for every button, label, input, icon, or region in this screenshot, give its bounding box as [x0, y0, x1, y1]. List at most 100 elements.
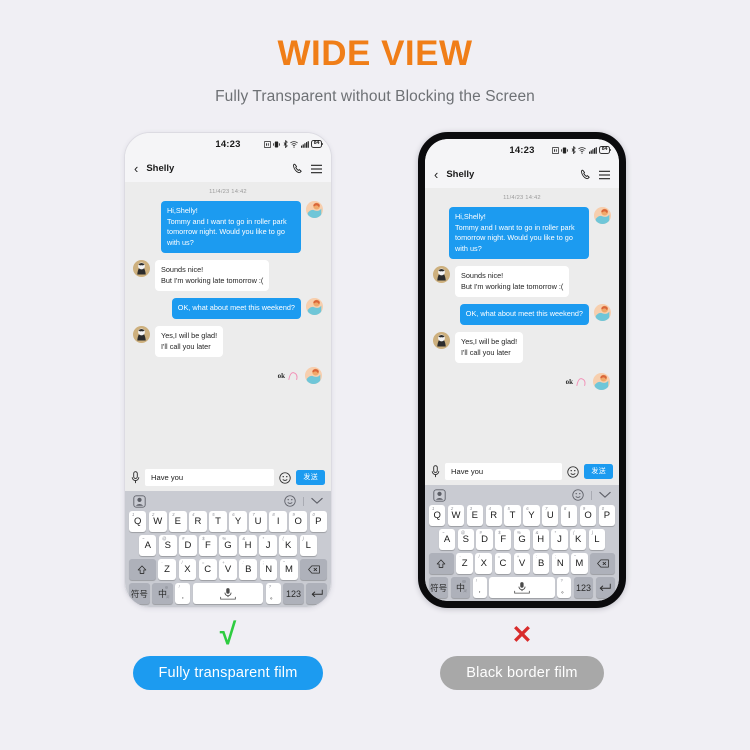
key-p[interactable]: 0P [309, 511, 328, 532]
key-j[interactable]: * J [259, 535, 277, 556]
key-t[interactable]: 5T [504, 505, 521, 526]
key-l[interactable]: ) L [588, 529, 606, 550]
key-u[interactable]: 7U [249, 511, 267, 532]
key-h[interactable]: & H [239, 535, 257, 556]
chevron-down-icon[interactable] [311, 497, 323, 505]
key-v[interactable]: + V [219, 559, 237, 580]
fully-transparent-film-label[interactable]: Fully transparent film [132, 656, 324, 690]
key-r[interactable]: 4R [189, 511, 207, 532]
back-icon[interactable]: ‹ [434, 168, 438, 181]
key-b[interactable]: :B [532, 553, 550, 574]
key-z[interactable]: -Z [456, 553, 473, 574]
symbols-key[interactable]: 符号 [429, 577, 449, 598]
key-o[interactable]: 9O [289, 511, 307, 532]
sticker-face-icon[interactable] [133, 494, 146, 508]
key-a[interactable]: ~ A [139, 535, 157, 556]
chat-bubble[interactable]: OK, what about meet this weekend? [459, 304, 589, 326]
sticker-face-icon[interactable] [433, 488, 446, 502]
space-key[interactable] [489, 577, 555, 598]
key-b[interactable]: :B [239, 559, 258, 580]
language-key[interactable]: 中 英 [450, 577, 471, 598]
chat-bubble[interactable]: Hi,Shelly! Tommy and I want to go in rol… [449, 207, 589, 260]
enter-key[interactable] [306, 583, 328, 604]
message-input-field[interactable]: Have you [445, 463, 563, 480]
key-d[interactable]: # D [179, 535, 197, 556]
numbers-key[interactable]: 123 [283, 583, 304, 604]
language-key[interactable]: 中 英 [152, 583, 173, 604]
key-x[interactable]: / X [178, 559, 197, 580]
chat-message-list[interactable]: 11/4/23 14:42 Hi,Shelly! Tommy and I wan… [425, 188, 619, 458]
key-o[interactable]: 9O [579, 505, 597, 526]
space-key[interactable] [192, 583, 264, 604]
key-y[interactable]: 6Y [523, 505, 540, 526]
key-r[interactable]: 4R [485, 505, 502, 526]
period-key[interactable]: ? 。 [265, 583, 281, 604]
smiley-icon[interactable] [284, 495, 296, 507]
phone-icon[interactable] [580, 169, 591, 180]
key-m[interactable]: " M [571, 553, 588, 574]
hamburger-menu-icon[interactable] [311, 164, 322, 174]
key-a[interactable]: ~ A [439, 529, 456, 550]
comma-key[interactable]: ! , [472, 577, 487, 598]
chat-bubble[interactable]: Sounds nice! But I'm working late tomorr… [155, 260, 270, 292]
key-c[interactable]: = C [494, 553, 512, 574]
microphone-icon[interactable] [431, 465, 440, 478]
smiley-icon[interactable] [572, 489, 584, 501]
key-i[interactable]: 8I [561, 505, 578, 526]
key-v[interactable]: + V [513, 553, 531, 574]
key-u[interactable]: 7U [542, 505, 559, 526]
key-t[interactable]: 5T [209, 511, 227, 532]
chevron-down-icon[interactable] [599, 491, 611, 499]
black-border-film-label[interactable]: Black border film [440, 656, 604, 690]
key-i[interactable]: 8I [269, 511, 287, 532]
key-f[interactable]: $ F [495, 529, 512, 550]
key-k[interactable]: (K [279, 535, 297, 556]
key-h[interactable]: & H [532, 529, 549, 550]
shift-key[interactable] [129, 559, 156, 580]
key-c[interactable]: = C [198, 559, 217, 580]
key-g[interactable]: % G [513, 529, 531, 550]
numbers-key[interactable]: 123 [573, 577, 594, 598]
smiley-icon[interactable] [567, 465, 580, 478]
shift-key[interactable] [428, 553, 454, 574]
microphone-icon[interactable] [131, 471, 140, 484]
phone-icon[interactable] [292, 163, 303, 174]
key-m[interactable]: " M [280, 559, 298, 580]
chat-bubble[interactable]: Sounds nice! But I'm working late tomorr… [455, 266, 570, 298]
key-q[interactable]: 1Q [128, 511, 147, 532]
key-k[interactable]: (K [570, 529, 587, 550]
send-button[interactable]: 发送 [584, 464, 613, 479]
backspace-key[interactable] [300, 559, 327, 580]
comma-key[interactable]: ! , [175, 583, 191, 604]
key-g[interactable]: % G [219, 535, 237, 556]
smiley-icon[interactable] [279, 471, 292, 484]
backspace-key[interactable] [590, 553, 616, 574]
key-s[interactable]: @ S [159, 535, 177, 556]
key-f[interactable]: $ F [199, 535, 217, 556]
key-w[interactable]: 2W [149, 511, 167, 532]
key-l[interactable]: ) L [299, 535, 317, 556]
key-y[interactable]: 6Y [229, 511, 247, 532]
back-icon[interactable]: ‹ [134, 162, 138, 175]
key-x[interactable]: / X [475, 553, 493, 574]
enter-key[interactable] [595, 577, 615, 598]
key-q[interactable]: 1Q [429, 505, 446, 526]
key-e[interactable]: 3E [466, 505, 483, 526]
chat-message-list[interactable]: 11/4/23 14:42 Hi,Shelly! Tommy and I wan… [125, 182, 331, 464]
hamburger-menu-icon[interactable] [599, 170, 610, 180]
period-key[interactable]: ? 。 [557, 577, 572, 598]
chat-bubble[interactable]: Hi,Shelly! Tommy and I want to go in rol… [161, 201, 301, 254]
key-w[interactable]: 2W [447, 505, 465, 526]
key-e[interactable]: 3E [169, 511, 187, 532]
key-j[interactable]: * J [551, 529, 568, 550]
message-input-field[interactable]: Have you [145, 469, 275, 486]
send-button[interactable]: 发送 [296, 470, 325, 485]
key-d[interactable]: # D [476, 529, 493, 550]
chat-bubble[interactable]: Yes,I will be glad! I'll call you later [155, 326, 224, 358]
key-s[interactable]: @ S [457, 529, 474, 550]
chat-bubble[interactable]: OK, what about meet this weekend? [171, 298, 301, 320]
key-p[interactable]: 0P [598, 505, 615, 526]
key-z[interactable]: -Z [158, 559, 176, 580]
chat-bubble[interactable]: Yes,I will be glad! I'll call you later [455, 332, 524, 364]
key-n[interactable]: ; N [259, 559, 278, 580]
